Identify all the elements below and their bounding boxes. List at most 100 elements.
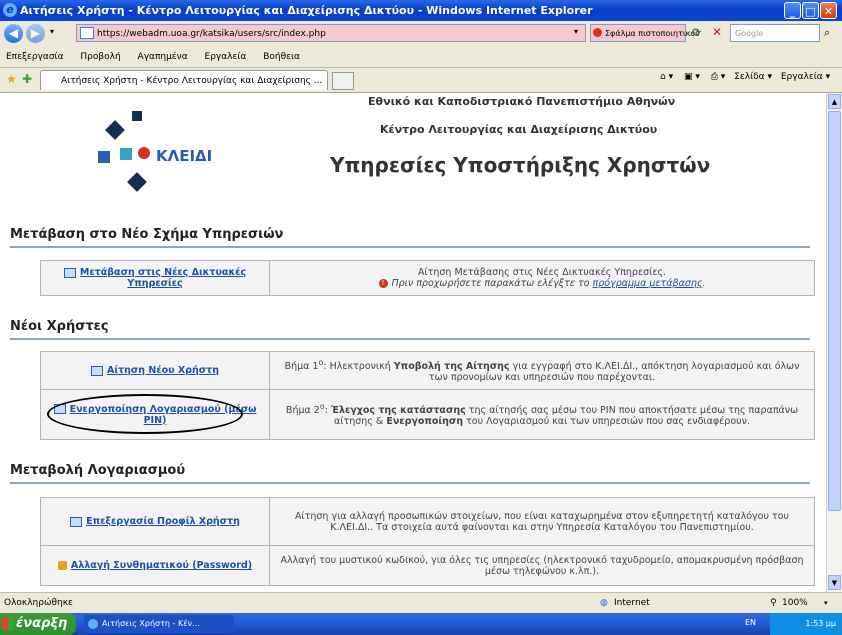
clock[interactable]: 1:53 μμ <box>805 613 836 635</box>
search-icon[interactable]: ⌕ <box>824 26 830 40</box>
kleidi-logo: ΚΛΕΙΔΙ <box>90 103 240 213</box>
service-icon <box>70 516 83 527</box>
home-icon[interactable]: ⌂ ▾ <box>660 72 673 82</box>
system-tray: 1:53 μμ <box>770 613 842 635</box>
menu-edit[interactable]: Επεξεργασία <box>6 52 64 62</box>
edit-profile-link[interactable]: Επεξεργασία Προφίλ Χρήστη <box>86 516 240 527</box>
web-content: ΚΛΕΙΔΙ Εθνικό και Καποδιστριακό Πανεπιστ… <box>0 93 826 592</box>
table-row: Αλλαγή Συνθηματικού (Password) Αλλαγή το… <box>40 545 815 586</box>
change-password-cell: Αλλαγή Συνθηματικού (Password) <box>40 545 270 586</box>
shield-error-icon <box>593 28 602 37</box>
start-label: έναρξη <box>16 616 68 631</box>
taskbar-item-ie[interactable]: Αιτήσεις Χρήστη - Κέν... <box>84 615 234 633</box>
migration-table: Μετάβαση στις Νέες Δικτυακές Υπηρεσίες Α… <box>40 260 815 296</box>
edit-profile-cell: Επεξεργασία Προφίλ Χρήστη <box>40 497 270 546</box>
migration-note: Πριν προχωρήσετε παρακάτω ελέγξτε το <box>391 278 590 289</box>
new-tab-button[interactable] <box>332 72 354 90</box>
section-divider <box>10 482 810 484</box>
history-dropdown-icon[interactable]: ▾ <box>50 27 54 36</box>
migration-desc-text: Αίτηση Μετάβασης στις Νέες Δικτυακές Υπη… <box>417 267 667 278</box>
change-password-link[interactable]: Αλλαγή Συνθηματικού (Password) <box>71 560 252 571</box>
service-icon <box>91 365 104 376</box>
refresh-icon[interactable]: ⟳ <box>692 26 701 39</box>
window-title: Αιτήσεις Χρήστη - Κέντρο Λειτουργίας και… <box>20 4 593 17</box>
menu-view[interactable]: Προβολή <box>80 52 120 62</box>
favorites-bar: ★ ✚ Αιτήσεις Χρήστη - Κέντρο Λειτουργίας… <box>0 68 842 93</box>
tools-menu[interactable]: Εργαλεία <box>781 72 823 82</box>
migration-note-end: . <box>702 278 706 289</box>
activation-cell: Ενεργοποίηση Λογαριασμού (μέσω PIN) <box>40 389 270 440</box>
tab-active[interactable]: Αιτήσεις Χρήστη - Κέντρο Λειτουργίας και… <box>40 70 328 90</box>
forward-button[interactable]: ▶ <box>26 24 45 43</box>
favorites-star-icon[interactable]: ★ <box>6 72 17 86</box>
url-field[interactable]: https://webadm.uoa.gr/katsika/users/src/… <box>76 24 586 42</box>
migration-program-link[interactable]: πρόγραμμα μετάβασης <box>593 278 703 289</box>
status-bar: Ολοκληρώθηκε ◍ Internet ⚲ 100% ▾ <box>0 592 842 614</box>
table-row: Μετάβαση στις Νέες Δικτυακές Υπηρεσίες Α… <box>40 260 815 296</box>
vertical-scrollbar[interactable]: ▲ ▼ <box>826 93 842 592</box>
menu-favorites[interactable]: Αγαπημένα <box>138 52 188 62</box>
tools-menu-arrow-icon: ▾ <box>825 72 831 82</box>
ie-task-icon <box>88 619 98 629</box>
page-menu-arrow-icon: ▾ <box>767 72 772 82</box>
edit-profile-description: Αίτηση για αλλαγή προσωπικών στοιχείων, … <box>269 497 815 546</box>
new-user-cell: Αίτηση Νέου Χρήστη <box>40 351 270 390</box>
new-users-table: Αίτηση Νέου Χρήστη Βήμα 1ο: Ηλεκτρονική … <box>40 351 815 440</box>
migration-cell: Μετάβαση στις Νέες Δικτυακές Υπηρεσίες <box>40 260 270 296</box>
zone-label: Internet <box>614 598 650 608</box>
new-user-link[interactable]: Αίτηση Νέου Χρήστη <box>107 365 219 376</box>
language-indicator[interactable]: EN <box>745 618 756 627</box>
search-input[interactable]: Google <box>730 24 820 42</box>
table-row: Ενεργοποίηση Λογαριασμού (μέσω PIN) Βήμα… <box>40 389 815 440</box>
url-dropdown-icon[interactable]: ▾ <box>574 27 578 36</box>
service-icon <box>63 267 76 278</box>
highlight-ellipse <box>47 394 243 434</box>
scroll-thumb[interactable] <box>828 111 841 511</box>
window-titlebar[interactable]: e Αιτήσεις Χρήστη - Κέντρο Λειτουργίας κ… <box>0 0 842 21</box>
feeds-icon[interactable]: ▣ ▾ <box>684 72 700 82</box>
page: ΚΛΕΙΔΙ Εθνικό και Καποδιστριακό Πανεπιστ… <box>8 93 826 592</box>
back-button[interactable]: ◀ <box>4 24 23 43</box>
university-name: Εθνικό και Καποδιστριακό Πανεπιστήμιο Αθ… <box>368 95 676 108</box>
migration-description: Αίτηση Μετάβασης στις Νέες Δικτυακές Υπη… <box>269 260 815 296</box>
activation-description: Βήμα 2ο: Έλεγχος της κατάστασης της αίτη… <box>269 389 815 440</box>
menu-help[interactable]: Βοήθεια <box>263 52 300 62</box>
section-divider <box>10 246 810 248</box>
center-name: Κέντρο Λειτουργίας και Διαχείρισης Δικτύ… <box>380 123 658 136</box>
maximize-button[interactable]: □ <box>802 2 819 19</box>
ie-icon: e <box>3 3 17 17</box>
taskbar: έναρξη Αιτήσεις Χρήστη - Κέν... EN 1:53 … <box>0 613 842 635</box>
change-password-description: Αλλαγή του μυστικού κωδικού, για όλες τι… <box>269 545 815 586</box>
page-menu[interactable]: Σελίδα <box>734 72 764 82</box>
table-row: Αίτηση Νέου Χρήστη Βήμα 1ο: Ηλεκτρονική … <box>40 351 815 390</box>
print-icon[interactable]: ⎙ ▾ <box>711 72 726 82</box>
logo-text: ΚΛΕΙΔΙ <box>156 147 213 165</box>
table-row: Επεξεργασία Προφίλ Χρήστη Αίτηση για αλλ… <box>40 497 815 546</box>
certificate-error[interactable]: Σφάλμα πιστοποιητικού <box>590 24 700 42</box>
section-account-changes-title: Μεταβολή Λογαριασμού <box>10 463 186 478</box>
globe-icon: ◍ <box>600 598 608 608</box>
zoom-icon: ⚲ <box>770 598 777 608</box>
migration-link[interactable]: Μετάβαση στις Νέες Δικτυακές Υπηρεσίες <box>80 267 246 289</box>
lock-icon <box>57 561 67 570</box>
scroll-up-arrow-icon[interactable]: ▲ <box>828 94 841 109</box>
close-button[interactable]: ✕ <box>820 2 837 19</box>
minimize-button[interactable]: _ <box>784 2 801 19</box>
taskbar-item-label: Αιτήσεις Χρήστη - Κέν... <box>102 619 200 628</box>
menu-bar: Επεξεργασία Προβολή Αγαπημένα Εργαλεία Β… <box>0 47 842 68</box>
scroll-down-arrow-icon[interactable]: ▼ <box>828 575 841 590</box>
menu-tools[interactable]: Εργαλεία <box>205 52 247 62</box>
page-title: Υπηρεσίες Υποστήριξης Χρηστών <box>330 153 711 177</box>
zoom-arrow-icon[interactable]: ▾ <box>824 593 828 614</box>
add-favorite-icon[interactable]: ✚ <box>22 72 32 86</box>
warning-icon: ! <box>378 279 388 288</box>
address-bar: ◀ ▶ ▾ https://webadm.uoa.gr/katsika/user… <box>0 21 842 48</box>
command-bar: ⌂ ▾ ▣ ▾ ⎙ ▾ Σελίδα ▾ Εργαλεία ▾ <box>660 72 830 82</box>
stop-icon[interactable]: ✕ <box>712 25 722 39</box>
section-divider <box>10 338 810 340</box>
new-user-description: Βήμα 1ο: Ηλεκτρονική Υποβολή της Αίτησης… <box>269 351 815 390</box>
zoom-level[interactable]: 100% <box>782 593 808 614</box>
tab-label: Αιτήσεις Χρήστη - Κέντρο Λειτουργίας και… <box>61 76 323 86</box>
page-icon <box>80 27 94 39</box>
windows-logo-icon <box>2 618 14 630</box>
